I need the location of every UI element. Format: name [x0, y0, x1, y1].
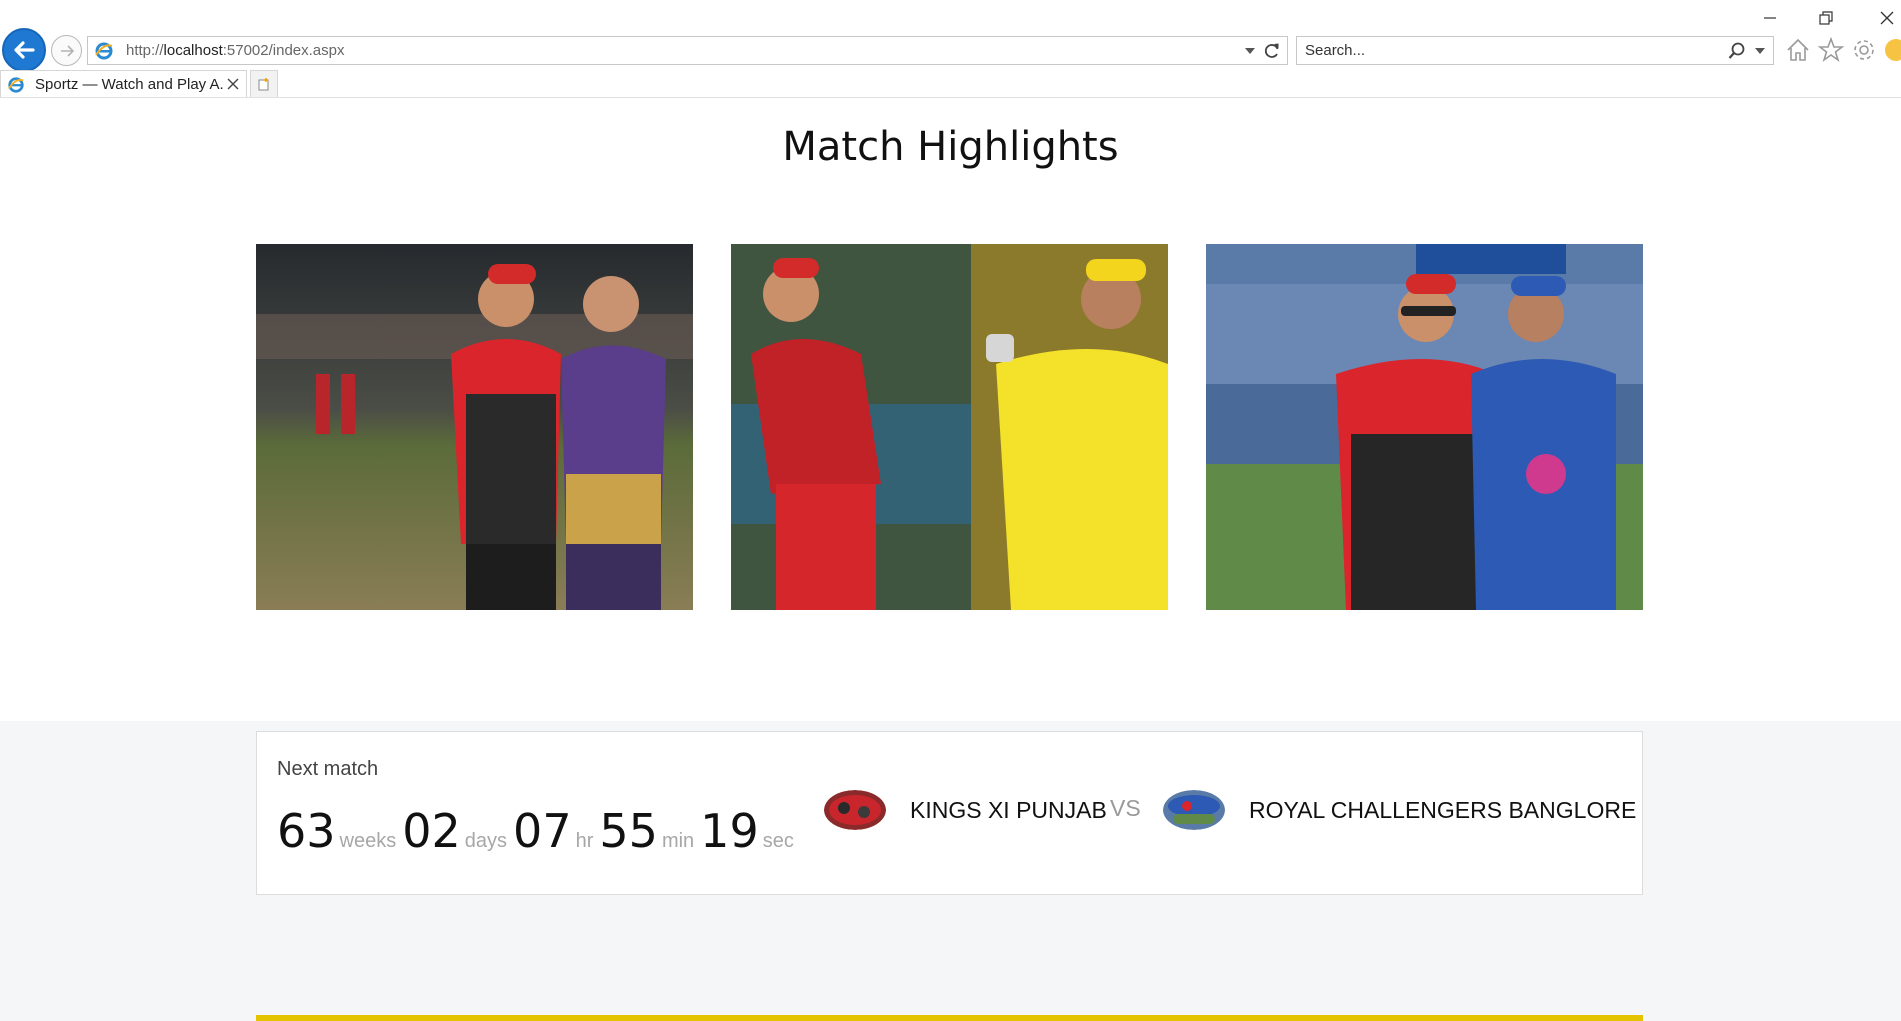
close-icon[interactable]	[226, 77, 240, 91]
highlight-image-1[interactable]	[256, 244, 693, 610]
kings-xi-punjab-logo	[824, 790, 886, 830]
browser-chrome: http://localhost:57002/index.aspx Search…	[0, 0, 1901, 98]
arrow-right-icon	[60, 44, 74, 57]
minimize-icon	[1764, 17, 1776, 19]
away-team: ROYAL CHALLENGERS BANGLORE	[1163, 790, 1636, 830]
search-input[interactable]: Search...	[1305, 42, 1365, 59]
next-match-card: Next match 63 weeks 02 days 07 hr 55 min…	[256, 731, 1643, 895]
restore-button[interactable]	[1812, 6, 1840, 30]
address-bar[interactable]: http://localhost:57002/index.aspx	[87, 36, 1288, 65]
close-window-button[interactable]	[1873, 6, 1901, 30]
page-title: Match Highlights	[782, 124, 1119, 170]
countdown-minutes-unit: min	[661, 830, 695, 852]
ie-favicon-icon	[95, 42, 113, 59]
countdown-minutes-value: 55	[599, 804, 658, 858]
forward-button[interactable]	[51, 35, 82, 66]
yellow-banner-strip	[256, 1015, 1643, 1021]
ie-favicon-icon	[8, 76, 24, 93]
home-icon[interactable]	[1784, 36, 1812, 64]
chevron-down-icon[interactable]	[1753, 44, 1767, 58]
countdown-hours-value: 07	[513, 804, 572, 858]
countdown-hours-unit: hr	[575, 830, 594, 852]
highlight-photo-3	[1206, 244, 1643, 610]
royal-challengers-banglore-logo	[1163, 790, 1225, 830]
url-prefix: http://	[126, 42, 164, 59]
countdown-weeks-value: 63	[277, 804, 336, 858]
restore-icon	[1819, 11, 1833, 25]
tab-title: Sportz — Watch and Play A...	[35, 76, 225, 93]
home-team-name: KINGS XI PUNJAB	[910, 796, 1107, 823]
browser-tab[interactable]: Sportz — Watch and Play A...	[0, 70, 247, 98]
url-text[interactable]: http://localhost:57002/index.aspx	[126, 42, 345, 59]
away-team-name: ROYAL CHALLENGERS BANGLORE	[1249, 796, 1637, 823]
highlight-image-3[interactable]	[1206, 244, 1643, 610]
new-tab-button[interactable]	[250, 70, 278, 98]
search-bar[interactable]: Search...	[1296, 36, 1774, 65]
refresh-icon[interactable]	[1262, 41, 1282, 61]
home-team: KINGS XI PUNJAB	[824, 790, 1107, 830]
highlight-image-2[interactable]	[731, 244, 1168, 610]
arrow-left-icon	[14, 41, 35, 59]
highlight-photo-1	[256, 244, 693, 610]
countdown-seconds-unit: sec	[762, 830, 794, 852]
url-host: localhost	[163, 42, 223, 59]
url-path: :57002/index.aspx	[222, 42, 345, 59]
star-icon[interactable]	[1817, 36, 1845, 64]
countdown-weeks-unit: weeks	[339, 830, 397, 852]
vs-label: VS	[1110, 795, 1141, 821]
gear-icon[interactable]	[1850, 36, 1878, 64]
close-icon	[1880, 11, 1894, 25]
highlight-photo-2	[731, 244, 1168, 610]
back-button[interactable]	[2, 28, 46, 72]
smiley-icon[interactable]	[1882, 36, 1901, 64]
minimize-button[interactable]	[1756, 6, 1784, 30]
next-match-label: Next match	[277, 758, 379, 780]
countdown-days-unit: days	[464, 830, 508, 852]
new-tab-icon	[258, 78, 269, 91]
countdown-timer: 63 weeks 02 days 07 hr 55 min 19 sec	[277, 804, 800, 858]
chevron-down-icon[interactable]	[1243, 44, 1257, 58]
countdown-seconds-value: 19	[700, 804, 759, 858]
countdown-days-value: 02	[402, 804, 461, 858]
search-icon[interactable]	[1727, 41, 1747, 61]
